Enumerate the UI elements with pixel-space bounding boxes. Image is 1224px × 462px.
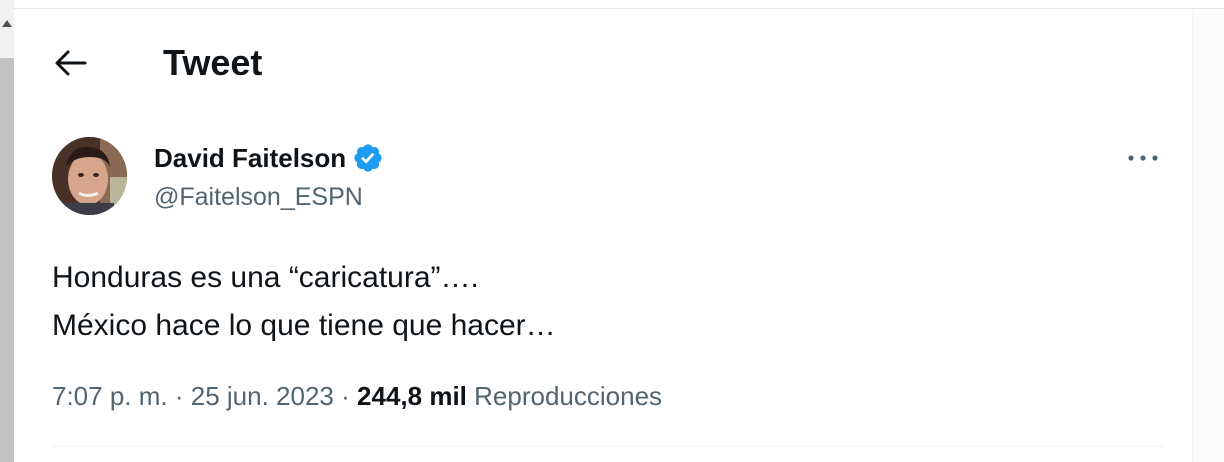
tweet-text: Honduras es una “caricatura”…. México ha… [52, 254, 556, 350]
author-handle[interactable]: @Faitelson_ESPN [154, 180, 363, 214]
avatar[interactable] [52, 137, 127, 215]
tweet-text-line: México hace lo que tiene que hacer… [52, 309, 556, 342]
more-horizontal-icon [1128, 155, 1158, 161]
meta-separator: · [341, 381, 350, 411]
scroll-up-arrow-icon[interactable] [2, 20, 12, 27]
author-name-row[interactable]: David Faitelson [154, 140, 384, 176]
tweet-page: Tweet David Faitelson @Faitelson_ESPN Ho… [0, 0, 1224, 462]
author-name[interactable]: David Faitelson [154, 143, 346, 174]
scrollbar-thumb[interactable] [0, 58, 14, 462]
tweet-meta: 7:07 p. m. · 25 jun. 2023 · 244,8 mil Re… [52, 377, 662, 415]
verified-badge-icon [354, 144, 382, 172]
meta-separator: · [174, 381, 184, 411]
views-count: 244,8 mil [357, 381, 467, 411]
right-pane [1193, 9, 1224, 462]
top-divider [14, 8, 1224, 9]
bottom-divider [52, 446, 1164, 447]
tweet-date[interactable]: 25 jun. 2023 [191, 381, 334, 411]
tweet-time[interactable]: 7:07 p. m. [52, 381, 168, 411]
more-options-button[interactable] [1122, 140, 1164, 176]
back-button[interactable] [50, 42, 92, 84]
page-title: Tweet [163, 42, 263, 83]
avatar-photo [52, 137, 127, 215]
views-label: Reproducciones [474, 381, 663, 411]
arrow-left-icon [55, 50, 87, 76]
tweet-text-line: Honduras es una “caricatura”…. [52, 261, 479, 294]
scrollbar[interactable] [0, 0, 14, 462]
